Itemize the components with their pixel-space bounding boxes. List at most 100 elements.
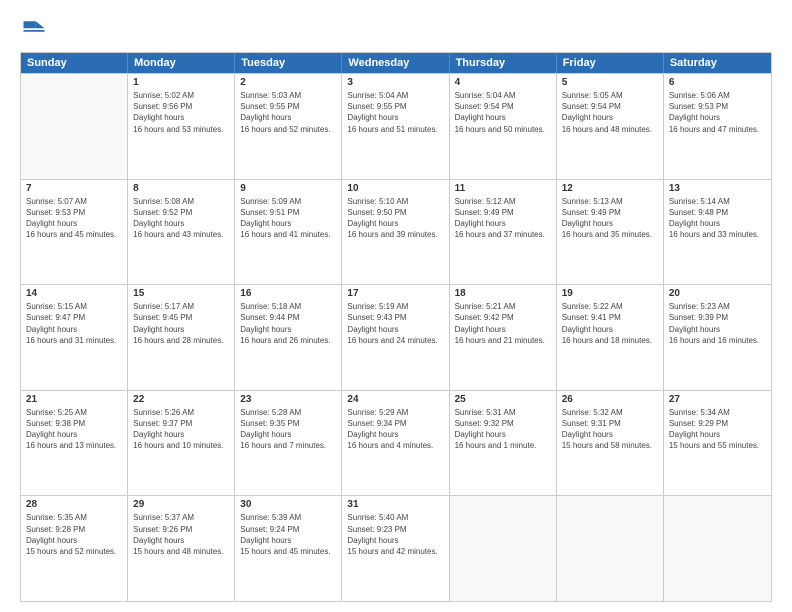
day-number: 27 — [669, 394, 766, 405]
cell-info: Sunrise: 5:07 AMSunset: 9:53 PMDaylight … — [26, 196, 122, 241]
calendar-cell: 8 Sunrise: 5:08 AMSunset: 9:52 PMDaylight… — [128, 180, 235, 285]
calendar-cell: 17 Sunrise: 5:19 AMSunset: 9:43 PMDayligh… — [342, 285, 449, 390]
day-number: 1 — [133, 77, 229, 88]
cell-info: Sunrise: 5:21 AMSunset: 9:42 PMDaylight … — [455, 301, 551, 346]
cell-info: Sunrise: 5:14 AMSunset: 9:48 PMDaylight … — [669, 196, 766, 241]
calendar-cell: 28 Sunrise: 5:35 AMSunset: 9:28 PMDayligh… — [21, 496, 128, 601]
cell-info: Sunrise: 5:18 AMSunset: 9:44 PMDaylight … — [240, 301, 336, 346]
calendar-row: 28 Sunrise: 5:35 AMSunset: 9:28 PMDayligh… — [21, 495, 771, 601]
calendar-cell: 5 Sunrise: 5:05 AMSunset: 9:54 PMDaylight… — [557, 74, 664, 179]
cell-info: Sunrise: 5:22 AMSunset: 9:41 PMDaylight … — [562, 301, 658, 346]
cell-info: Sunrise: 5:08 AMSunset: 9:52 PMDaylight … — [133, 196, 229, 241]
day-number: 3 — [347, 77, 443, 88]
page: SundayMondayTuesdayWednesdayThursdayFrid… — [0, 0, 792, 612]
calendar-cell: 25 Sunrise: 5:31 AMSunset: 9:32 PMDayligh… — [450, 391, 557, 496]
calendar-header-cell: Saturday — [664, 53, 771, 73]
calendar-cell: 23 Sunrise: 5:28 AMSunset: 9:35 PMDayligh… — [235, 391, 342, 496]
calendar-cell: 31 Sunrise: 5:40 AMSunset: 9:23 PMDayligh… — [342, 496, 449, 601]
cell-info: Sunrise: 5:04 AMSunset: 9:54 PMDaylight … — [455, 90, 551, 135]
cell-info: Sunrise: 5:25 AMSunset: 9:38 PMDaylight … — [26, 407, 122, 452]
day-number: 7 — [26, 183, 122, 194]
calendar-body: 1 Sunrise: 5:02 AMSunset: 9:56 PMDaylight… — [21, 73, 771, 601]
day-number: 19 — [562, 288, 658, 299]
cell-info: Sunrise: 5:34 AMSunset: 9:29 PMDaylight … — [669, 407, 766, 452]
day-number: 9 — [240, 183, 336, 194]
calendar-header-cell: Friday — [557, 53, 664, 73]
day-number: 17 — [347, 288, 443, 299]
calendar-cell: 13Sunrise: 5:14 AMSunset: 9:48 PMDayligh… — [664, 180, 771, 285]
day-number: 6 — [669, 77, 766, 88]
calendar-cell: 9 Sunrise: 5:09 AMSunset: 9:51 PMDaylight… — [235, 180, 342, 285]
day-number: 25 — [455, 394, 551, 405]
calendar-cell: 6 Sunrise: 5:06 AMSunset: 9:53 PMDaylight… — [664, 74, 771, 179]
cell-info: Sunrise: 5:28 AMSunset: 9:35 PMDaylight … — [240, 407, 336, 452]
calendar-cell: 1 Sunrise: 5:02 AMSunset: 9:56 PMDaylight… — [128, 74, 235, 179]
calendar-cell: 20 Sunrise: 5:23 AMSunset: 9:39 PMDayligh… — [664, 285, 771, 390]
calendar-cell: 21Sunrise: 5:25 AMSunset: 9:38 PMDayligh… — [21, 391, 128, 496]
calendar-cell: 2Sunrise: 5:03 AMSunset: 9:55 PMDaylight… — [235, 74, 342, 179]
cell-info: Sunrise: 5:13 AMSunset: 9:49 PMDaylight … — [562, 196, 658, 241]
day-number: 16 — [240, 288, 336, 299]
cell-info: Sunrise: 5:17 AMSunset: 9:45 PMDaylight … — [133, 301, 229, 346]
logo-icon — [20, 16, 48, 44]
cell-info: Sunrise: 5:32 AMSunset: 9:31 PMDaylight … — [562, 407, 658, 452]
cell-info: Sunrise: 5:05 AMSunset: 9:54 PMDaylight … — [562, 90, 658, 135]
day-number: 30 — [240, 499, 336, 510]
day-number: 20 — [669, 288, 766, 299]
calendar-cell: 7 Sunrise: 5:07 AMSunset: 9:53 PMDaylight… — [21, 180, 128, 285]
calendar-row: 7 Sunrise: 5:07 AMSunset: 9:53 PMDaylight… — [21, 179, 771, 285]
cell-info: Sunrise: 5:06 AMSunset: 9:53 PMDaylight … — [669, 90, 766, 135]
calendar-cell: 16 Sunrise: 5:18 AMSunset: 9:44 PMDayligh… — [235, 285, 342, 390]
cell-info: Sunrise: 5:03 AMSunset: 9:55 PMDaylight … — [240, 90, 336, 135]
day-number: 15 — [133, 288, 229, 299]
calendar-header-cell: Monday — [128, 53, 235, 73]
cell-info: Sunrise: 5:39 AMSunset: 9:24 PMDaylight … — [240, 512, 336, 557]
calendar-header-cell: Wednesday — [342, 53, 449, 73]
cell-info: Sunrise: 5:29 AMSunset: 9:34 PMDaylight … — [347, 407, 443, 452]
calendar-row: 1 Sunrise: 5:02 AMSunset: 9:56 PMDaylight… — [21, 73, 771, 179]
calendar: SundayMondayTuesdayWednesdayThursdayFrid… — [20, 52, 772, 602]
day-number: 29 — [133, 499, 229, 510]
day-number: 14 — [26, 288, 122, 299]
calendar-row: 14 Sunrise: 5:15 AMSunset: 9:47 PMDayligh… — [21, 284, 771, 390]
day-number: 11 — [455, 183, 551, 194]
day-number: 26 — [562, 394, 658, 405]
calendar-cell: 14 Sunrise: 5:15 AMSunset: 9:47 PMDayligh… — [21, 285, 128, 390]
cell-info: Sunrise: 5:19 AMSunset: 9:43 PMDaylight … — [347, 301, 443, 346]
day-number: 23 — [240, 394, 336, 405]
day-number: 31 — [347, 499, 443, 510]
calendar-cell: 18 Sunrise: 5:21 AMSunset: 9:42 PMDayligh… — [450, 285, 557, 390]
calendar-cell: 10 Sunrise: 5:10 AMSunset: 9:50 PMDayligh… — [342, 180, 449, 285]
cell-info: Sunrise: 5:15 AMSunset: 9:47 PMDaylight … — [26, 301, 122, 346]
cell-info: Sunrise: 5:35 AMSunset: 9:28 PMDaylight … — [26, 512, 122, 557]
calendar-header-cell: Tuesday — [235, 53, 342, 73]
cell-info: Sunrise: 5:02 AMSunset: 9:56 PMDaylight … — [133, 90, 229, 135]
cell-info: Sunrise: 5:26 AMSunset: 9:37 PMDaylight … — [133, 407, 229, 452]
cell-info: Sunrise: 5:23 AMSunset: 9:39 PMDaylight … — [669, 301, 766, 346]
calendar-cell: 11 Sunrise: 5:12 AMSunset: 9:49 PMDayligh… — [450, 180, 557, 285]
calendar-cell: 3Sunrise: 5:04 AMSunset: 9:55 PMDaylight… — [342, 74, 449, 179]
day-number: 5 — [562, 77, 658, 88]
calendar-cell — [450, 496, 557, 601]
calendar-cell: 30 Sunrise: 5:39 AMSunset: 9:24 PMDayligh… — [235, 496, 342, 601]
cell-info: Sunrise: 5:40 AMSunset: 9:23 PMDaylight … — [347, 512, 443, 557]
calendar-cell: 12 Sunrise: 5:13 AMSunset: 9:49 PMDayligh… — [557, 180, 664, 285]
calendar-cell: 4 Sunrise: 5:04 AMSunset: 9:54 PMDaylight… — [450, 74, 557, 179]
day-number: 28 — [26, 499, 122, 510]
day-number: 12 — [562, 183, 658, 194]
day-number: 10 — [347, 183, 443, 194]
cell-info: Sunrise: 5:31 AMSunset: 9:32 PMDaylight … — [455, 407, 551, 452]
calendar-header-cell: Thursday — [450, 53, 557, 73]
calendar-cell — [557, 496, 664, 601]
cell-info: Sunrise: 5:37 AMSunset: 9:26 PMDaylight … — [133, 512, 229, 557]
day-number: 8 — [133, 183, 229, 194]
day-number: 18 — [455, 288, 551, 299]
cell-info: Sunrise: 5:12 AMSunset: 9:49 PMDaylight … — [455, 196, 551, 241]
cell-info: Sunrise: 5:09 AMSunset: 9:51 PMDaylight … — [240, 196, 336, 241]
calendar-cell: 27 Sunrise: 5:34 AMSunset: 9:29 PMDayligh… — [664, 391, 771, 496]
header — [20, 16, 772, 44]
day-number: 4 — [455, 77, 551, 88]
calendar-cell: 19 Sunrise: 5:22 AMSunset: 9:41 PMDayligh… — [557, 285, 664, 390]
cell-info: Sunrise: 5:10 AMSunset: 9:50 PMDaylight … — [347, 196, 443, 241]
logo — [20, 16, 52, 44]
